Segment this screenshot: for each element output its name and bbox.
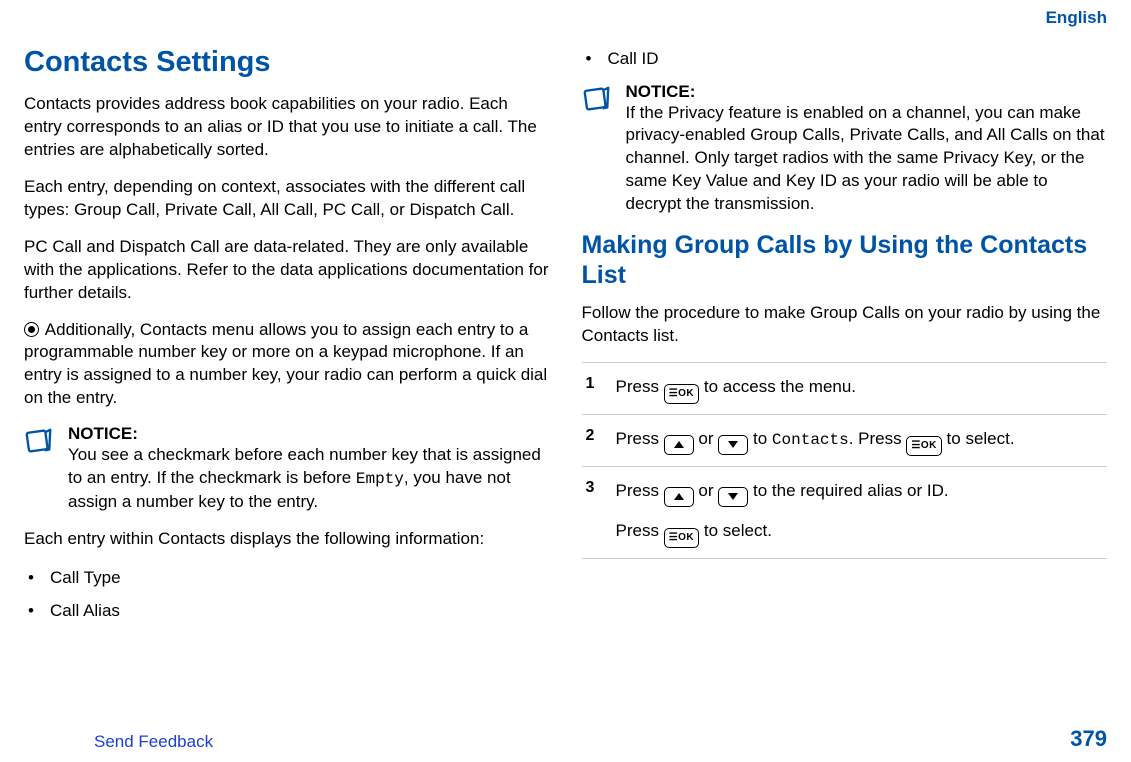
page-footer: Send Feedback 379: [24, 726, 1107, 752]
ok-label: OK: [678, 386, 694, 402]
step-text: . Press: [849, 429, 907, 448]
step-text: to: [753, 429, 772, 448]
two-column-layout: Contacts Settings Contacts provides addr…: [24, 10, 1107, 634]
document-page: English Contacts Settings Contacts provi…: [0, 0, 1131, 762]
procedure-steps: Press ☰ OK to access the menu. Press or …: [582, 362, 1108, 559]
step-line: Press ☰ OK to select.: [616, 517, 1108, 548]
language-label: English: [1046, 8, 1107, 28]
ok-label: OK: [678, 530, 694, 546]
mono-empty: Empty: [356, 470, 404, 488]
step-text: Press: [616, 521, 664, 540]
paragraph: Additionally, Contacts menu allows you t…: [24, 319, 550, 411]
up-button-icon: [664, 487, 694, 507]
step-text: Press: [616, 377, 664, 396]
page-number: 379: [1070, 726, 1107, 752]
paragraph: PC Call and Dispatch Call are data-relat…: [24, 236, 550, 305]
info-list: Call Type Call Alias: [24, 565, 550, 624]
paragraph: Each entry within Contacts displays the …: [24, 528, 550, 551]
step-text: or: [698, 429, 718, 448]
info-list-continued: Call ID: [582, 46, 1108, 72]
step-text: to access the menu.: [704, 377, 856, 396]
notice-text: You see a checkmark before each number k…: [68, 444, 550, 513]
radio-bullet-icon: [24, 322, 39, 337]
step-item: Press ☰ OK to access the menu.: [582, 362, 1108, 414]
step-text: or: [698, 481, 718, 500]
notice-icon: [24, 424, 56, 513]
paragraph: Each entry, depending on context, associ…: [24, 176, 550, 222]
notice-block: NOTICE: If the Privacy feature is enable…: [582, 82, 1108, 217]
step-text: to select.: [704, 521, 772, 540]
notice-block: NOTICE: You see a checkmark before each …: [24, 424, 550, 513]
section-heading-group-calls: Making Group Calls by Using the Contacts…: [582, 230, 1108, 290]
triangle-down-icon: [728, 441, 738, 448]
list-item: Call ID: [582, 46, 1108, 72]
mono-contacts: Contacts: [772, 431, 849, 449]
triangle-up-icon: [674, 441, 684, 448]
step-line: Press or to the required alias or ID.: [616, 477, 1108, 507]
right-column: Call ID NOTICE: If the Privacy feature i…: [582, 46, 1108, 634]
paragraph-text: Additionally, Contacts menu allows you t…: [24, 320, 547, 408]
list-item: Call Type: [24, 565, 550, 591]
step-item: Press or to the required alias or ID. Pr…: [582, 466, 1108, 559]
section-heading-contacts-settings: Contacts Settings: [24, 46, 550, 79]
paragraph: Follow the procedure to make Group Calls…: [582, 302, 1108, 348]
step-item: Press or to Contacts. Press ☰ OK to sele…: [582, 414, 1108, 466]
paragraph: Contacts provides address book capabilit…: [24, 93, 550, 162]
notice-body: NOTICE: If the Privacy feature is enable…: [626, 82, 1108, 217]
triangle-up-icon: [674, 493, 684, 500]
step-text: to the required alias or ID.: [753, 481, 949, 500]
down-button-icon: [718, 487, 748, 507]
ok-button-icon: ☰ OK: [664, 384, 699, 404]
list-item: Call Alias: [24, 598, 550, 624]
send-feedback-link[interactable]: Send Feedback: [94, 732, 213, 752]
ok-button-icon: ☰ OK: [664, 528, 699, 548]
notice-body: NOTICE: You see a checkmark before each …: [68, 424, 550, 513]
down-button-icon: [718, 435, 748, 455]
ok-button-icon: ☰ OK: [906, 436, 941, 456]
notice-icon: [582, 82, 614, 217]
notice-title: NOTICE:: [626, 82, 1108, 102]
left-column: Contacts Settings Contacts provides addr…: [24, 46, 550, 634]
triangle-down-icon: [728, 493, 738, 500]
step-text: Press: [616, 481, 664, 500]
up-button-icon: [664, 435, 694, 455]
notice-text: If the Privacy feature is enabled on a c…: [626, 102, 1108, 217]
notice-title: NOTICE:: [68, 424, 550, 444]
step-text: to select.: [947, 429, 1015, 448]
ok-label: OK: [921, 438, 937, 454]
step-text: Press: [616, 429, 664, 448]
